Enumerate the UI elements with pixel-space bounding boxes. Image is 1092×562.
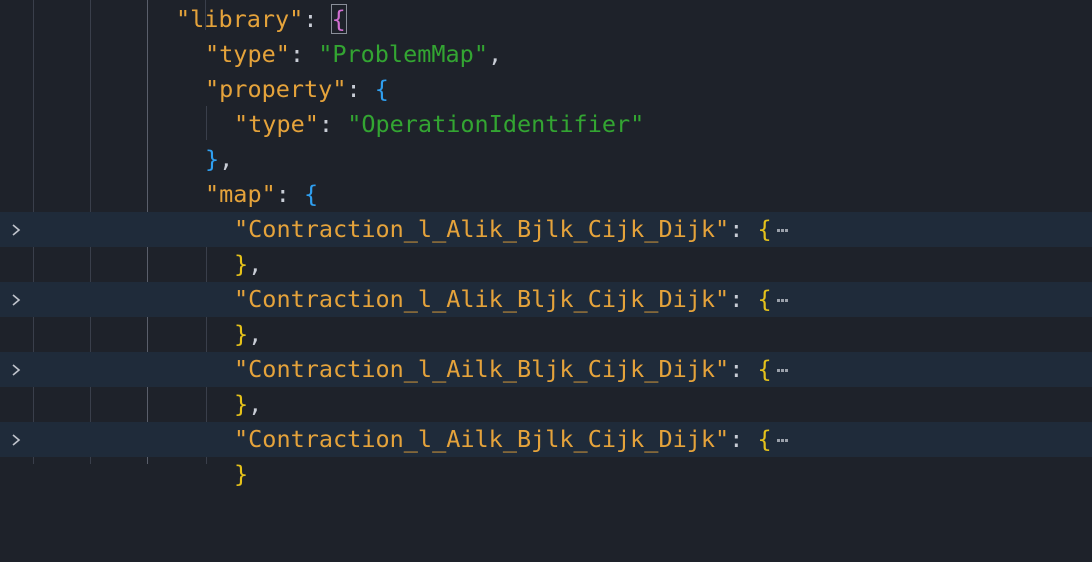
code-line[interactable]: }, <box>0 387 1092 422</box>
code-line[interactable]: "property": { <box>0 72 1092 107</box>
json-key: "library" <box>176 5 304 33</box>
open-brace: { <box>330 4 347 34</box>
json-key: "Contraction_l_Ailk_Bjlk_Cijk_Dijk" <box>234 425 730 453</box>
colon: : <box>346 75 375 103</box>
colon: : <box>729 285 758 313</box>
code-line[interactable]: "library": { <box>0 2 1092 37</box>
open-brace: { <box>757 215 772 243</box>
comma: , <box>248 320 263 348</box>
open-brace: { <box>374 75 389 103</box>
folded-ellipsis-icon[interactable] <box>776 360 790 380</box>
chevron-right-icon[interactable] <box>9 293 23 307</box>
comma: , <box>487 40 503 68</box>
open-brace: { <box>757 425 772 453</box>
fold-toggle[interactable] <box>0 352 32 387</box>
code-line[interactable]: "type": "ProblemMap", <box>0 37 1092 72</box>
json-key: "map" <box>205 180 276 208</box>
json-key: "property" <box>205 75 347 103</box>
code-editor[interactable]: "library": { "type": "ProblemMap", "prop… <box>0 0 1092 488</box>
chevron-right-icon[interactable] <box>9 433 23 447</box>
code-line[interactable]: }, <box>0 142 1092 177</box>
open-brace: { <box>304 180 319 208</box>
chevron-right-icon[interactable] <box>9 363 23 377</box>
colon: : <box>729 215 758 243</box>
fold-toggle[interactable] <box>0 212 32 247</box>
comma: , <box>248 390 263 418</box>
code-line[interactable]: } <box>0 457 1092 492</box>
json-string-value: "OperationIdentifier" <box>347 110 645 138</box>
close-brace: } <box>234 390 249 418</box>
code-line[interactable]: }, <box>0 317 1092 352</box>
folded-code-line[interactable]: "Contraction_l_Ailk_Bjlk_Cijk_Dijk": { <box>0 422 1092 457</box>
colon: : <box>729 355 758 383</box>
code-line[interactable]: "map": { <box>0 177 1092 212</box>
folded-code-line[interactable]: "Contraction_l_Alik_Bljk_Cijk_Dijk": { <box>0 282 1092 317</box>
folded-ellipsis-icon[interactable] <box>776 290 790 310</box>
close-brace: } <box>234 460 249 488</box>
close-brace: } <box>234 250 249 278</box>
folded-code-line[interactable]: "Contraction_l_Ailk_Bljk_Cijk_Dijk": { <box>0 352 1092 387</box>
json-string-value: "ProblemMap" <box>318 40 488 68</box>
colon: : <box>729 425 758 453</box>
fold-toggle[interactable] <box>0 282 32 317</box>
json-key: "type" <box>234 110 319 138</box>
folded-code-line[interactable]: "Contraction_l_Alik_Bjlk_Cijk_Dijk": { <box>0 212 1092 247</box>
folded-ellipsis-icon[interactable] <box>776 430 790 450</box>
folded-ellipsis-icon[interactable] <box>776 220 790 240</box>
json-key: "Contraction_l_Alik_Bljk_Cijk_Dijk" <box>234 285 730 313</box>
comma: , <box>248 250 263 278</box>
colon: : <box>275 180 305 208</box>
close-brace: } <box>205 145 220 173</box>
chevron-right-icon[interactable] <box>9 223 23 237</box>
code-line[interactable]: }, <box>0 247 1092 282</box>
json-key: "Contraction_l_Alik_Bjlk_Cijk_Dijk" <box>234 215 730 243</box>
colon: : <box>303 5 332 33</box>
close-brace: } <box>234 320 249 348</box>
open-brace: { <box>757 355 772 383</box>
json-key: "Contraction_l_Ailk_Bljk_Cijk_Dijk" <box>234 355 730 383</box>
colon: : <box>318 110 348 138</box>
fold-toggle[interactable] <box>0 422 32 457</box>
open-brace: { <box>757 285 772 313</box>
json-key: "type" <box>205 40 290 68</box>
colon: : <box>289 40 319 68</box>
code-line[interactable]: "type": "OperationIdentifier" <box>0 107 1092 142</box>
comma: , <box>219 145 234 173</box>
